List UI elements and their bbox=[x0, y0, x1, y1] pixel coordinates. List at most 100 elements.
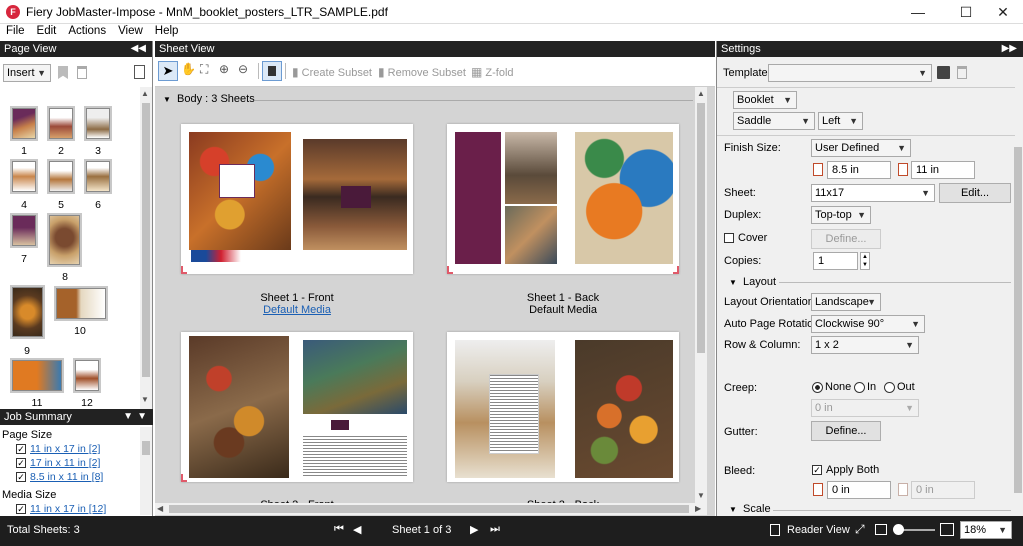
menu-help[interactable]: Help bbox=[149, 24, 185, 38]
new-page-icon[interactable] bbox=[134, 65, 145, 79]
width-input[interactable]: 8.5 in bbox=[827, 161, 891, 179]
page-thumbnail[interactable] bbox=[75, 360, 99, 391]
first-page-icon[interactable]: ⏮ bbox=[334, 523, 344, 536]
scrollbar-thumb[interactable] bbox=[142, 441, 150, 455]
crop-tool-icon[interactable]: ⛶ bbox=[200, 62, 208, 77]
expand-icon[interactable]: ▼ bbox=[137, 409, 147, 425]
page-thumbnail[interactable] bbox=[12, 360, 62, 391]
collapse-left-icon[interactable]: ◀◀ bbox=[131, 41, 146, 57]
copies-stepper[interactable]: ▲ ▼ bbox=[860, 252, 870, 270]
body-section-label[interactable]: ▼ Body : 3 Sheets bbox=[163, 93, 255, 105]
image-small-icon[interactable] bbox=[875, 524, 887, 535]
remove-subset-button[interactable]: ▮ Remove Subset bbox=[378, 65, 466, 79]
row-column-dropdown[interactable]: 1 x 2 ▼ bbox=[811, 336, 919, 354]
bookmark-icon[interactable] bbox=[58, 66, 68, 79]
height-input[interactable]: 11 in bbox=[911, 161, 975, 179]
checkbox-checked[interactable]: ✓ bbox=[16, 504, 26, 515]
prev-page-icon[interactable]: ◀ bbox=[353, 523, 361, 536]
page-thumbnail[interactable] bbox=[86, 108, 110, 139]
page-size-item[interactable]: ✓ 11 in x 17 in [2] bbox=[16, 443, 100, 455]
creep-out-option[interactable]: Out bbox=[884, 381, 915, 393]
minimize-icon[interactable]: — bbox=[895, 0, 941, 24]
page-thumbnail[interactable] bbox=[49, 161, 73, 192]
media-size-link[interactable]: 11 in x 17 in [12] bbox=[30, 503, 106, 515]
edit-sheet-button[interactable]: Edit... bbox=[939, 183, 1011, 203]
page-thumbnail[interactable] bbox=[49, 215, 80, 265]
sheet-1-back[interactable] bbox=[447, 124, 679, 274]
page-thumbnail[interactable] bbox=[49, 108, 73, 139]
template-dropdown[interactable]: ▼ bbox=[768, 64, 932, 82]
pointer-icon[interactable]: ➤ bbox=[158, 61, 178, 81]
page-thumbnail[interactable] bbox=[86, 161, 110, 192]
checkbox-checked[interactable]: ✓ bbox=[16, 458, 26, 469]
save-icon[interactable] bbox=[937, 66, 950, 79]
page-size-link[interactable]: 11 in x 17 in [2] bbox=[30, 443, 100, 455]
trash-icon[interactable] bbox=[77, 66, 87, 79]
settings-scrollbar[interactable] bbox=[1012, 141, 1023, 503]
sheet-2-back[interactable] bbox=[447, 332, 679, 482]
scroll-down-icon[interactable]: ▼ bbox=[697, 491, 705, 500]
zoom-in-icon[interactable]: ⊕ bbox=[219, 62, 229, 76]
zoom-out-icon[interactable]: ⊖ bbox=[238, 62, 248, 76]
menu-edit[interactable]: Edit bbox=[31, 24, 63, 38]
sheet-1-front[interactable] bbox=[181, 124, 413, 274]
zoom-slider-handle[interactable] bbox=[893, 524, 904, 535]
trash-icon[interactable] bbox=[957, 66, 967, 79]
auto-rotation-dropdown[interactable]: Clockwise 90° ▼ bbox=[811, 315, 925, 333]
close-icon[interactable]: ✕ bbox=[980, 0, 1023, 24]
menu-actions[interactable]: Actions bbox=[62, 24, 112, 38]
layout-section-header[interactable]: ▼ Layout bbox=[729, 276, 776, 288]
creep-none-option[interactable]: None bbox=[812, 381, 851, 393]
sheet-size-dropdown[interactable]: 11x17 ▼ bbox=[811, 184, 935, 202]
scroll-up-icon[interactable]: ▲ bbox=[141, 89, 149, 98]
filter-icon[interactable]: ▼ bbox=[123, 409, 133, 425]
last-page-icon[interactable]: ⏭ bbox=[490, 523, 500, 536]
bleed-input[interactable]: 0 in bbox=[827, 481, 891, 499]
create-subset-button[interactable]: ▮ Create Subset bbox=[292, 65, 372, 79]
collapse-triangle-icon[interactable]: ▼ bbox=[729, 505, 737, 514]
collapse-right-icon[interactable]: ▶▶ bbox=[1002, 41, 1017, 57]
hand-icon[interactable]: ✋ bbox=[181, 62, 196, 76]
insert-dropdown[interactable]: Insert ▼ bbox=[3, 64, 51, 82]
finish-size-dropdown[interactable]: User Defined ▼ bbox=[811, 139, 911, 157]
image-large-icon[interactable] bbox=[940, 523, 954, 536]
scrollbar-thumb[interactable] bbox=[169, 505, 689, 513]
radio-unselected[interactable] bbox=[854, 381, 865, 393]
creep-in-option[interactable]: In bbox=[854, 381, 876, 393]
sheet-view-hscrollbar[interactable]: ◀ ▶ bbox=[155, 503, 707, 515]
job-summary-scrollbar[interactable] bbox=[140, 427, 152, 515]
saddle-dropdown[interactable]: Saddle ▼ bbox=[733, 112, 815, 130]
page-size-link[interactable]: 17 in x 11 in [2] bbox=[30, 457, 100, 469]
zoom-dropdown[interactable]: 18% ▼ bbox=[960, 521, 1012, 539]
z-fold-button[interactable]: ▦ Z-fold bbox=[471, 65, 514, 79]
radio-selected[interactable] bbox=[812, 381, 823, 393]
collapse-triangle-icon[interactable]: ▼ bbox=[729, 278, 737, 287]
page-thumbnail[interactable] bbox=[12, 215, 36, 246]
scrollbar-thumb[interactable] bbox=[1014, 147, 1022, 493]
sheet-media-link[interactable]: Default Media bbox=[197, 304, 397, 316]
menu-file[interactable]: File bbox=[0, 24, 31, 38]
scale-section-header[interactable]: ▼ Scale bbox=[729, 503, 771, 515]
collapse-triangle-icon[interactable]: ▼ bbox=[163, 95, 171, 104]
page-thumbnail[interactable] bbox=[12, 108, 36, 139]
define-cover-button[interactable]: Define... bbox=[811, 229, 881, 249]
reader-view-button[interactable]: Reader View bbox=[787, 524, 850, 536]
menu-view[interactable]: View bbox=[112, 24, 149, 38]
layout-orientation-dropdown[interactable]: Landscape ▼ bbox=[811, 293, 881, 311]
binding-side-dropdown[interactable]: Left ▼ bbox=[818, 112, 863, 130]
page-thumbnail[interactable] bbox=[12, 161, 36, 192]
scroll-down-icon[interactable]: ▼ bbox=[141, 395, 149, 404]
media-size-item[interactable]: ✓ 11 in x 17 in [12] bbox=[16, 503, 106, 515]
next-page-icon[interactable]: ▶ bbox=[470, 523, 478, 536]
scrollbar-thumb[interactable] bbox=[142, 103, 150, 377]
copies-input[interactable]: 1 bbox=[813, 252, 858, 270]
page-size-item[interactable]: ✓ 17 in x 11 in [2] bbox=[16, 457, 100, 469]
apply-both-checkbox[interactable]: ✓ bbox=[812, 465, 822, 476]
booklet-dropdown[interactable]: Booklet ▼ bbox=[733, 91, 797, 109]
page-size-item[interactable]: ✓ 8.5 in x 11 in [8] bbox=[16, 471, 103, 483]
scrollbar-thumb[interactable] bbox=[697, 103, 705, 353]
creep-amount-dropdown[interactable]: 0 in ▼ bbox=[811, 399, 919, 417]
scroll-left-icon[interactable]: ◀ bbox=[157, 504, 163, 513]
scroll-up-icon[interactable]: ▲ bbox=[697, 89, 705, 98]
radio-unselected[interactable] bbox=[884, 381, 895, 393]
